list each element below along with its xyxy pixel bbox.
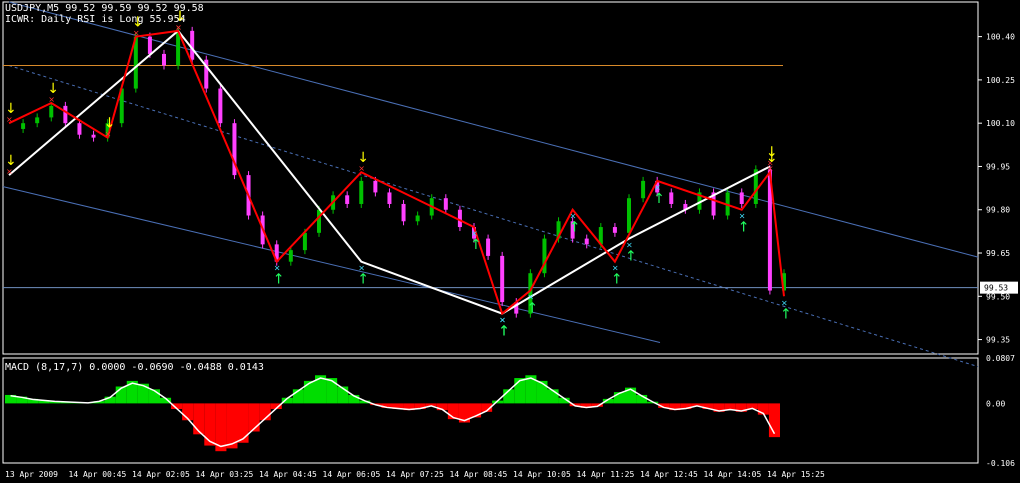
up-arrow-icon: ↑ (470, 237, 482, 253)
y-tick-label: 99.65 (986, 249, 1010, 258)
y-tick-label: 99.50 (986, 292, 1010, 301)
macd-y-tick-label: -0.106 (986, 459, 1015, 468)
x-marker-icon: × (6, 167, 13, 176)
axes: 100.40100.25100.1099.9599.8099.6599.5099… (5, 33, 1018, 479)
candle-body (457, 209, 462, 228)
x-tick-label: 14 Apr 10:05 (513, 470, 571, 479)
candle-body (641, 180, 646, 199)
indicator-label: ICWR: Daily RSI is Long 55.954 (5, 14, 186, 25)
up-arrow-icon: ↑ (569, 220, 581, 236)
macd-bar (248, 403, 260, 432)
candle-body (627, 198, 631, 233)
x-tick-label: 14 Apr 14:05 (704, 470, 762, 479)
x-marker-icon: × (767, 164, 774, 173)
y-tick-label: 100.40 (986, 33, 1015, 42)
x-tick-label: 14 Apr 11:25 (577, 470, 635, 479)
macd-label: MACD (8,17,7) 0.0000 -0.0690 -0.0488 0.0… (5, 362, 264, 373)
up-arrow-icon: ↑ (625, 249, 637, 265)
x-tick-label: 14 Apr 06:05 (323, 470, 381, 479)
y-tick-label: 100.10 (986, 119, 1015, 128)
channel-lower-line (2, 186, 661, 343)
x-tick-label: 14 Apr 07:25 (386, 470, 444, 479)
candle-body (302, 232, 307, 251)
y-tick-label: 100.25 (986, 76, 1015, 85)
macd-bar (193, 403, 205, 435)
macd-y-tick-label: 0.00 (986, 399, 1005, 408)
signal-markers: ↓×↓××↑×↑×↑↓×↓×↓×↓×↓×↓××↑↓××↑×↑×↑×↑×↑×↑×↑… (5, 9, 792, 340)
up-arrow-icon: ↑ (273, 272, 285, 288)
macd-bar (536, 380, 548, 404)
x-tick-label: 14 Apr 04:45 (259, 470, 317, 479)
macd-bar (204, 403, 216, 446)
macd-bar (237, 403, 249, 443)
up-arrow-icon: ↑ (357, 272, 369, 288)
x-marker-icon: × (6, 115, 13, 124)
x-tick-label: 14 Apr 03:25 (196, 470, 254, 479)
x-marker-icon: × (48, 95, 55, 104)
candle-body (162, 53, 166, 66)
candles (21, 26, 786, 318)
macd-bar (303, 380, 315, 404)
candle-body (345, 195, 350, 204)
candle-body (443, 198, 448, 210)
x-marker-icon: × (133, 29, 140, 38)
candle-body (317, 209, 321, 233)
chart-canvas: ↓×↓××↑×↑×↑↓×↓×↓×↓×↓×↓××↑↓××↑×↑×↑×↑×↑×↑×↑… (2, 1, 1018, 479)
x-tick-label: 13 Apr 2009 (5, 470, 58, 479)
candle-body (147, 36, 152, 54)
up-arrow-icon: ↑ (526, 301, 538, 317)
candle-body (49, 105, 54, 118)
macd-histogram (5, 375, 780, 452)
y-tick-label: 99.80 (986, 206, 1010, 215)
candle-body (77, 123, 82, 135)
zigzag-red-line (8, 29, 785, 316)
symbol-label: USDJPY,M5 99.52 99.59 99.52 99.58 (5, 3, 204, 14)
candle-body (584, 238, 589, 245)
candle-body (669, 192, 674, 204)
x-tick-label: 14 Apr 02:05 (132, 470, 190, 479)
candle-body (486, 238, 491, 256)
x-marker-icon: × (105, 130, 112, 139)
channel-mid-line (8, 64, 979, 368)
up-arrow-icon: ↑ (780, 306, 792, 322)
up-arrow-icon: ↑ (611, 272, 623, 288)
candle-body (359, 180, 364, 204)
macd-y-tick-label: 0.0807 (986, 354, 1015, 363)
x-tick-label: 14 Apr 00:45 (69, 470, 127, 479)
up-arrow-icon: ↑ (653, 191, 665, 207)
candle-body (387, 192, 392, 204)
macd-bar (768, 403, 780, 438)
candle-body (401, 203, 406, 222)
channel-upper-line (8, 1, 979, 258)
macd-bar (514, 378, 526, 404)
candle-body (35, 117, 40, 124)
candle-body (612, 227, 617, 233)
x-tick-label: 14 Apr 08:45 (450, 470, 508, 479)
candle-body (63, 105, 68, 124)
candle-body (415, 215, 420, 222)
x-marker-icon: × (358, 164, 365, 173)
up-arrow-icon: ↑ (738, 220, 750, 236)
macd-bar (326, 378, 338, 404)
candle-body (288, 250, 293, 262)
candle-body (500, 255, 505, 303)
current-price-label: 99.53 (984, 284, 1008, 293)
candle-body (218, 88, 223, 124)
up-arrow-icon: ↑ (498, 324, 510, 340)
x-tick-label: 14 Apr 15:25 (767, 470, 825, 479)
candle-body (21, 123, 26, 129)
candle-body (373, 180, 378, 193)
candle-body (739, 192, 744, 204)
candle-body (91, 134, 96, 138)
y-tick-label: 99.35 (986, 336, 1010, 345)
zigzag-lines (8, 29, 785, 316)
y-tick-label: 99.95 (986, 162, 1010, 171)
x-tick-label: 14 Apr 12:45 (640, 470, 698, 479)
